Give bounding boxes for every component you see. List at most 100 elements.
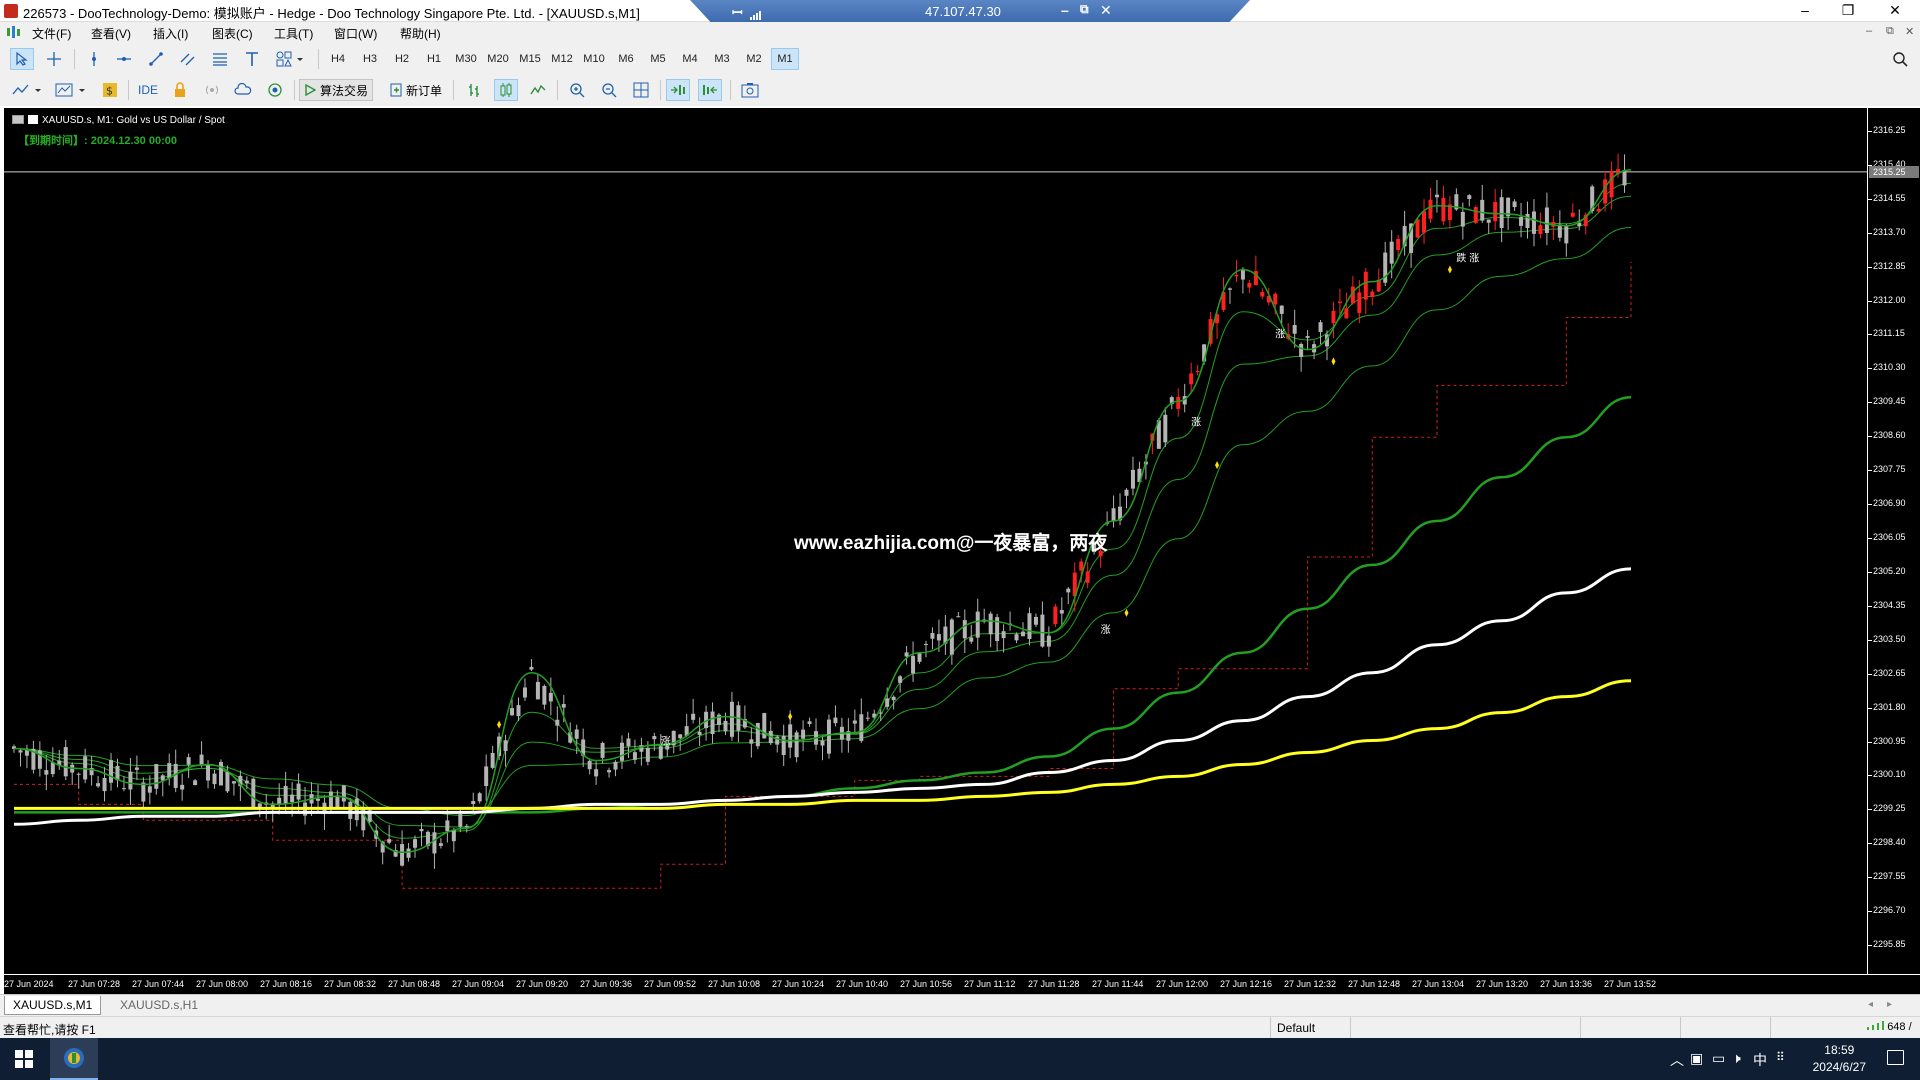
market-globe-icon[interactable] bbox=[263, 79, 287, 101]
ide-button[interactable]: IDE bbox=[134, 79, 162, 101]
candle-body bbox=[277, 797, 282, 804]
candle-body bbox=[923, 643, 928, 645]
price-tick-label: 2301.80 bbox=[1868, 701, 1906, 712]
candle-body bbox=[691, 713, 696, 720]
signal-broadcast-icon[interactable] bbox=[200, 79, 224, 101]
menu-tools[interactable]: 工具(T) bbox=[274, 25, 313, 42]
timeframe-m6[interactable]: M6 bbox=[613, 48, 639, 70]
text-tool-icon[interactable] bbox=[240, 48, 264, 70]
notification-icon[interactable] bbox=[1887, 1050, 1904, 1065]
ime-indicator[interactable]: 中 bbox=[1753, 1050, 1767, 1070]
mdi-close-button[interactable]: ✕ bbox=[1905, 25, 1914, 38]
remote-ip: 47.107.47.30 bbox=[925, 4, 1001, 19]
connection-status[interactable]: 648 / bbox=[1867, 1021, 1912, 1033]
timeframe-h2[interactable]: H2 bbox=[389, 48, 415, 70]
candlestick-icon[interactable] bbox=[494, 79, 518, 101]
candle-body bbox=[510, 708, 515, 716]
time-tick-label: 27 Jun 10:40 bbox=[836, 979, 889, 989]
candle-body bbox=[1260, 292, 1265, 297]
chart-template-dropdown-icon[interactable] bbox=[54, 79, 90, 101]
trendline-icon[interactable] bbox=[144, 48, 168, 70]
status-cell bbox=[1680, 1017, 1770, 1039]
vertical-line-icon[interactable] bbox=[82, 48, 106, 70]
price-chart[interactable]: 涨涨涨涨跌涨 XAUUSD.s, M1: Gold vs US Dollar /… bbox=[4, 108, 1920, 994]
line-chart-icon[interactable] bbox=[526, 79, 550, 101]
timeframe-m3[interactable]: M3 bbox=[709, 48, 735, 70]
search-icon[interactable] bbox=[1888, 48, 1912, 70]
candle-body bbox=[781, 735, 786, 756]
chart-config-icon[interactable] bbox=[28, 115, 38, 124]
remote-close-button[interactable]: ✕ bbox=[1100, 2, 1112, 19]
autoscroll-icon[interactable] bbox=[666, 79, 690, 101]
timeframe-m30[interactable]: M30 bbox=[452, 48, 480, 70]
tray-app-icon[interactable]: ▣ bbox=[1690, 1050, 1703, 1067]
chevron-up-icon[interactable]: ︿ bbox=[1670, 1050, 1684, 1070]
menu-view[interactable]: 查看(V) bbox=[91, 25, 131, 42]
candle-body bbox=[471, 801, 476, 805]
algo-trading-button[interactable]: 算法交易 bbox=[299, 79, 374, 101]
shapes-dropdown-icon[interactable] bbox=[272, 48, 308, 70]
time-axis[interactable]: 27 Jun 2024 27 Jun 07:28 27 Jun 07:44 27 Ju… bbox=[4, 974, 1920, 994]
system-clock[interactable]: 18:59 2024/6/27 bbox=[1813, 1042, 1866, 1076]
menu-window[interactable]: 窗口(W) bbox=[334, 25, 377, 42]
window-restore-button[interactable]: ❐ bbox=[1828, 2, 1868, 19]
remote-connection-bar[interactable]: ꟷ 47.107.47.30 – ⧉ ✕ bbox=[690, 0, 1250, 24]
menu-charts[interactable]: 图表(C) bbox=[212, 25, 253, 42]
lock-icon[interactable] bbox=[168, 79, 192, 101]
screenshot-icon[interactable] bbox=[738, 79, 762, 101]
tab-xauusd-h1[interactable]: XAUUSD.s,H1 bbox=[112, 996, 206, 1015]
timeframe-h4[interactable]: H4 bbox=[325, 48, 351, 70]
mdi-minimize-button[interactable]: – bbox=[1866, 25, 1872, 37]
timeframe-h1[interactable]: H1 bbox=[421, 48, 447, 70]
menu-help[interactable]: 帮助(H) bbox=[400, 25, 441, 42]
volume-muted-icon[interactable]: 🕨 bbox=[1732, 1050, 1741, 1067]
timeframe-m4[interactable]: M4 bbox=[677, 48, 703, 70]
menu-file[interactable]: 文件(F) bbox=[32, 25, 71, 42]
network-icon[interactable]: ▭ bbox=[1712, 1050, 1725, 1067]
tab-xauusd-m1[interactable]: XAUUSD.s,M1 bbox=[4, 996, 102, 1015]
time-tick-label: 27 Jun 11:44 bbox=[1092, 979, 1144, 989]
tab-scroll-arrows-icon[interactable]: ◂▸ bbox=[1868, 999, 1906, 1010]
fibonacci-icon[interactable] bbox=[208, 48, 232, 70]
connection-bars-icon bbox=[1867, 1021, 1885, 1033]
window-close-button[interactable]: ✕ bbox=[1875, 2, 1915, 19]
timeframe-m20[interactable]: M20 bbox=[484, 48, 512, 70]
time-tick-label: 27 Jun 12:48 bbox=[1348, 979, 1401, 989]
crosshair-icon[interactable] bbox=[42, 48, 66, 70]
candle-body bbox=[1292, 325, 1297, 334]
timeframe-m15[interactable]: M15 bbox=[516, 48, 544, 70]
timeframe-h3[interactable]: H3 bbox=[357, 48, 383, 70]
zoom-out-icon[interactable] bbox=[597, 79, 621, 101]
timeframe-m12[interactable]: M12 bbox=[548, 48, 576, 70]
start-button[interactable] bbox=[0, 1038, 48, 1080]
tile-windows-icon[interactable] bbox=[629, 79, 653, 101]
equidistant-channel-icon[interactable] bbox=[176, 48, 200, 70]
mdi-restore-button[interactable]: ⧉ bbox=[1886, 25, 1894, 38]
cursor-icon[interactable] bbox=[10, 48, 34, 70]
remote-minimize-button[interactable]: – bbox=[1061, 2, 1069, 18]
candle-body bbox=[96, 783, 101, 787]
time-tick-label: 27 Jun 13:04 bbox=[1412, 979, 1465, 989]
zoom-in-icon[interactable] bbox=[565, 79, 589, 101]
new-order-button[interactable]: 新订单 bbox=[386, 79, 446, 101]
vps-cloud-icon[interactable] bbox=[231, 79, 255, 101]
chart-shift-icon[interactable] bbox=[698, 79, 722, 101]
timeframe-m1[interactable]: M1 bbox=[771, 48, 799, 70]
timeframe-m10[interactable]: M10 bbox=[580, 48, 608, 70]
window-minimize-button[interactable]: – bbox=[1785, 2, 1825, 18]
timeframe-m2[interactable]: M2 bbox=[741, 48, 767, 70]
dollar-icon[interactable]: $ bbox=[98, 79, 122, 101]
remote-restore-button[interactable]: ⧉ bbox=[1080, 2, 1089, 17]
status-profile[interactable]: Default bbox=[1270, 1017, 1350, 1039]
menu-insert[interactable]: 插入(I) bbox=[153, 25, 188, 42]
timeframe-m5[interactable]: M5 bbox=[645, 48, 671, 70]
horizontal-line-icon[interactable] bbox=[112, 48, 136, 70]
candle-body bbox=[503, 740, 508, 752]
indicators-dropdown-icon[interactable] bbox=[10, 79, 46, 101]
candle-body bbox=[594, 769, 599, 777]
taskbar-metatrader-app[interactable] bbox=[50, 1038, 98, 1080]
bar-chart-icon[interactable] bbox=[462, 79, 486, 101]
ime-mode-icon[interactable]: ⠿ bbox=[1776, 1050, 1785, 1064]
pin-icon[interactable]: ꟷ bbox=[732, 3, 743, 21]
price-axis[interactable]: 2316.25 2315.40 2314.55 2313.70 2312.85 2312.… bbox=[1867, 108, 1920, 974]
